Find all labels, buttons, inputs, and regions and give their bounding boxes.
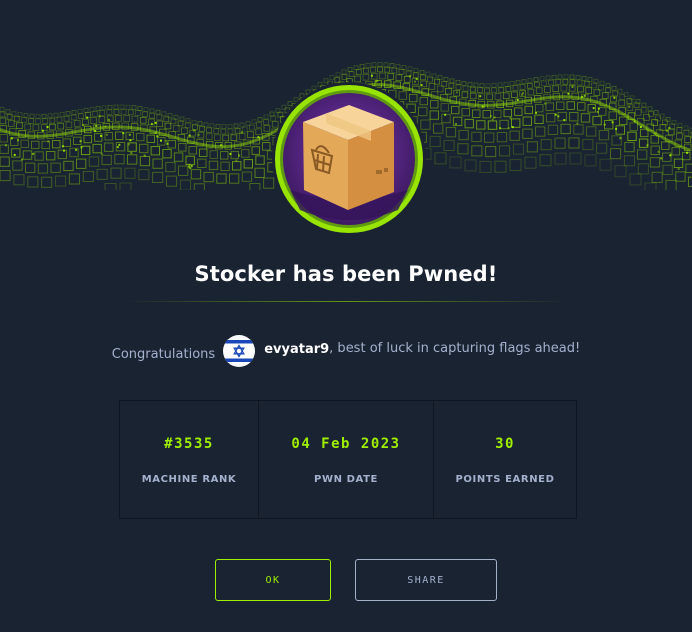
- username-link[interactable]: evyatar9: [264, 342, 329, 357]
- israel-flag-icon: [223, 335, 256, 367]
- stats-panel: #3535 MACHINE RANK 04 Feb 2023 PWN DATE …: [119, 400, 577, 519]
- machine-badge: [272, 82, 426, 236]
- points-earned-label: POINTS EARNED: [455, 474, 555, 485]
- pwn-date-label: PWN DATE: [314, 474, 378, 485]
- congrats-lead: Congratulations: [111, 346, 216, 362]
- stat-pwn-date: 04 Feb 2023 PWN DATE: [259, 401, 434, 518]
- machine-rank-label: MACHINE RANK: [141, 474, 237, 485]
- machine-rank-value: #3535: [164, 436, 214, 452]
- page-title: Stocker has been Pwned!: [194, 262, 498, 286]
- pwned-modal: Stocker has been Pwned! Congratulations …: [0, 0, 692, 632]
- pwn-date-value: 04 Feb 2023: [291, 436, 401, 452]
- stat-machine-rank: #3535 MACHINE RANK: [120, 401, 259, 518]
- title-divider: [124, 301, 568, 302]
- ok-button[interactable]: OK: [215, 559, 331, 601]
- user-avatar[interactable]: [223, 335, 256, 367]
- congratulations-message: Congratulations evyatar9, best of luck i…: [0, 334, 692, 368]
- machine-box-icon: [303, 105, 394, 210]
- share-button[interactable]: SHARE: [355, 559, 497, 601]
- points-earned-value: 30: [495, 436, 515, 452]
- stat-points-earned: 30 POINTS EARNED: [434, 401, 576, 518]
- congrats-message: , best of luck in capturing flags ahead!: [329, 340, 581, 356]
